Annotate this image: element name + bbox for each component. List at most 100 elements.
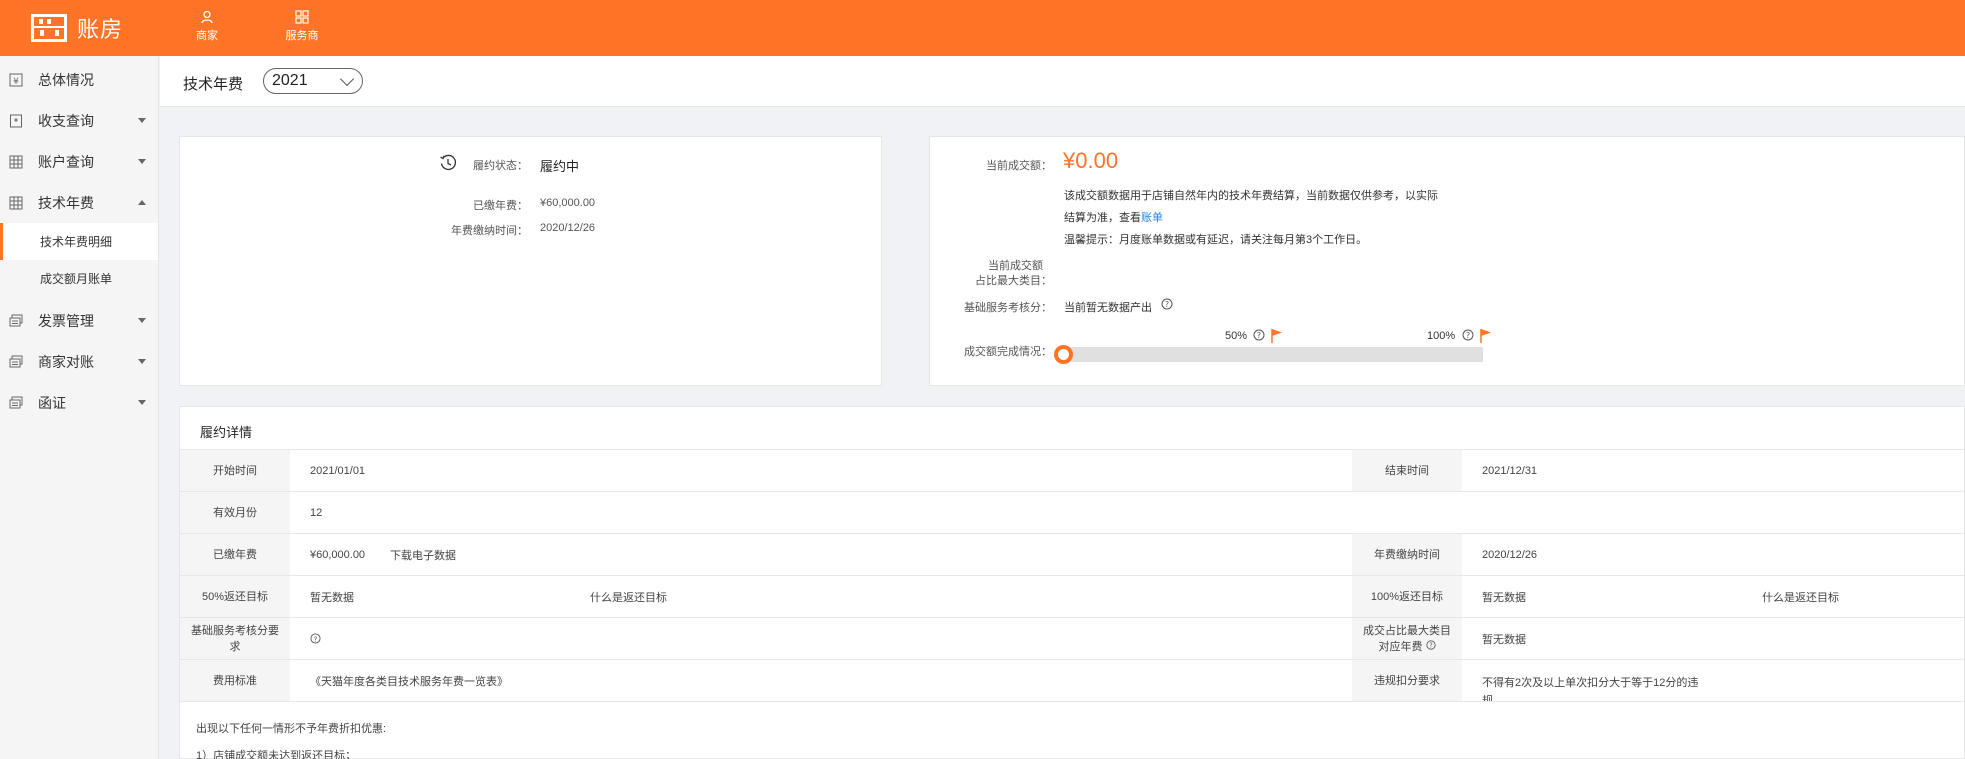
table-icon — [9, 196, 23, 209]
target-50-value: 暂无数据 — [310, 591, 354, 604]
pay-time-label: 年费缴纳时间： — [451, 225, 528, 237]
fee-standard-link[interactable]: 《天猫年度各类目技术服务年费一览表》 — [310, 660, 508, 701]
sidebar-subitem-annual-fee-detail[interactable]: 技术年费明细 — [0, 223, 158, 260]
sidebar-item-invoice[interactable]: 发票管理 — [0, 300, 158, 341]
svg-text:?: ? — [1257, 331, 1261, 340]
help-icon[interactable]: ? — [1161, 298, 1173, 310]
sidebar-item-income-query[interactable]: 收支查询 — [0, 100, 158, 141]
pay-time-value: 2020/12/26 — [540, 222, 596, 234]
paid-fee-label: 已缴年费： — [473, 200, 528, 212]
sidebar-subitem-label: 技术年费明细 — [40, 235, 113, 249]
max-category-fee-value: 暂无数据 — [1482, 633, 1526, 646]
contract-details: 履约详情 开始时间 2021/01/01 结束时间 2021/12/31 有效月… — [179, 406, 1965, 759]
flag-50-icon — [1271, 329, 1282, 343]
status-value: 履约中 — [540, 159, 580, 174]
sidebar-item-label: 商家对账 — [38, 353, 94, 370]
max-category-label-1: 当前成交额 — [988, 260, 1043, 272]
valid-months-value: 12 — [310, 506, 323, 519]
max-category-fee-label-2-text: 对应年费 — [1378, 640, 1423, 653]
sidebar-subitem-monthly-bill[interactable]: 成交额月账单 — [0, 260, 158, 297]
download-data-link[interactable]: 下载电子数据 — [390, 534, 456, 575]
valid-months-label: 有效月份 — [180, 492, 290, 533]
sidebar-item-annual-fee[interactable]: 技术年费 — [0, 182, 158, 223]
sidebar-item-label: 发票管理 — [38, 312, 94, 329]
fee-standard-label: 费用标准 — [180, 660, 290, 701]
caret-down-icon — [138, 118, 146, 123]
sidebar-item-label: 收支查询 — [38, 112, 94, 129]
stack-icon — [9, 314, 23, 326]
target-100-value: 暂无数据 — [1482, 591, 1526, 604]
grid-icon — [295, 10, 309, 24]
table-row: 开始时间 2021/01/01 结束时间 2021/12/31 — [180, 449, 1965, 491]
caret-down-icon — [138, 159, 146, 164]
help-icon[interactable]: ? — [310, 618, 321, 659]
violation-label: 违规扣分要求 — [1352, 660, 1462, 701]
score-requirement-label-2: 求 — [229, 640, 241, 653]
sidebar-item-reconciliation[interactable]: 商家对账 — [0, 341, 158, 382]
table-icon — [9, 155, 23, 168]
caret-down-icon — [138, 400, 146, 405]
stack-icon — [9, 355, 23, 367]
max-category-fee-label-2: 对应年费 ? — [1378, 639, 1436, 655]
flag-100-icon — [1480, 329, 1491, 343]
start-time-label: 开始时间 — [180, 450, 290, 491]
notes-row: 出现以下任何一情形不予年费折扣优惠: 1）店铺成交额未达到返还目标； — [180, 701, 1965, 759]
table-row: 费用标准 《天猫年度各类目技术服务年费一览表》 违规扣分要求 不得有2次及以上单… — [180, 659, 1965, 701]
table-row: 有效月份 12 — [180, 491, 1965, 533]
help-icon[interactable]: ? — [1462, 329, 1474, 341]
score-requirement-label-1: 基础服务考核分要 — [191, 624, 279, 637]
details-title: 履约详情 — [200, 425, 253, 440]
paid-fee-value: ¥60,000.00 — [310, 548, 366, 561]
turnover-desc-line2: 结算为准，查看账单 — [1064, 209, 1163, 225]
service-score-value: 当前暂无数据产出 — [1064, 302, 1152, 314]
status-card — [179, 136, 882, 386]
pay-time-label: 年费缴纳时间 — [1352, 534, 1462, 575]
turnover-progress-bar — [1063, 347, 1483, 362]
help-icon[interactable]: ? — [1253, 329, 1265, 341]
caret-down-icon — [138, 318, 146, 323]
svg-text:?: ? — [1429, 641, 1433, 649]
discount-note: 出现以下任何一情形不予年费折扣优惠: — [196, 723, 387, 735]
nav-merchant[interactable]: 商家 — [177, 10, 237, 43]
sidebar-item-label: 技术年费 — [38, 194, 94, 211]
discount-note-item: 1）店铺成交额未达到返还目标； — [196, 750, 357, 759]
violation-value: 不得有2次及以上单次扣分大于等于12分的违 规 — [1482, 660, 1698, 701]
sidebar-item-label: 总体情况 — [38, 71, 94, 88]
progress-knob — [1054, 345, 1073, 364]
current-turnover-label: 当前成交额： — [986, 160, 1052, 172]
top-bar: 账房 商家 服务商 — [0, 0, 1965, 56]
turnover-desc-text: 结算为准，查看 — [1064, 212, 1141, 224]
svg-text:?: ? — [1466, 331, 1470, 340]
violation-value-1: 不得有2次及以上单次扣分大于等于12分的违 — [1482, 677, 1699, 689]
table-row: 基础服务考核分要 求 ? 成交占比最大类目 对应年费 ? 暂无数据 — [180, 617, 1965, 659]
document-icon — [10, 114, 22, 127]
end-time-label: 结束时间 — [1352, 450, 1462, 491]
what-is-target-link[interactable]: 什么是返还目标 — [1762, 576, 1839, 617]
what-is-target-link[interactable]: 什么是返还目标 — [590, 576, 667, 617]
nav-service-provider[interactable]: 服务商 — [272, 10, 332, 43]
nav-service-provider-label: 服务商 — [285, 30, 319, 42]
svg-text:?: ? — [1165, 300, 1169, 309]
sidebar-item-label: 账户查询 — [38, 153, 94, 170]
svg-text:?: ? — [314, 634, 318, 643]
sidebar-item-confirmation[interactable]: 函证 — [0, 382, 158, 423]
max-category-fee-label: 成交占比最大类目 对应年费 ? — [1352, 618, 1462, 659]
help-icon[interactable]: ? — [1425, 639, 1436, 650]
sidebar-item-label: 函证 — [38, 394, 66, 411]
year-select[interactable]: 2021 — [263, 68, 363, 94]
bill-link[interactable]: 账单 — [1141, 212, 1163, 224]
paid-fee-label: 已缴年费 — [180, 534, 290, 575]
table-row: 已缴年费 ¥60,000.00 下载电子数据 年费缴纳时间 2020/12/26 — [180, 533, 1965, 575]
stack-icon — [9, 396, 23, 408]
sidebar-item-account-query[interactable]: 账户查询 — [0, 141, 158, 182]
service-score-label: 基础服务考核分： — [964, 302, 1052, 314]
mark-100-label: 100% — [1427, 330, 1456, 342]
yen-icon: ¥ — [9, 73, 23, 87]
brand[interactable]: 账房 — [31, 12, 123, 44]
nav-merchant-label: 商家 — [196, 30, 218, 42]
abacus-logo-icon — [31, 14, 67, 42]
sidebar-item-overview[interactable]: ¥ 总体情况 — [0, 59, 158, 100]
end-time-value: 2021/12/31 — [1482, 464, 1538, 477]
paid-fee-value: ¥60,000.00 — [540, 197, 596, 209]
current-turnover-value: ¥0.00 — [1063, 148, 1119, 173]
